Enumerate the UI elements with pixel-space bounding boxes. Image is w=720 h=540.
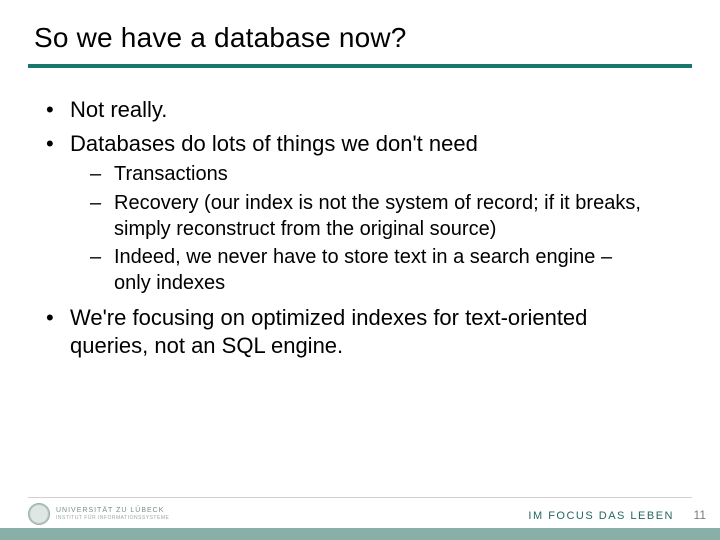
sub-bullet-item: Indeed, we never have to store text in a… — [90, 245, 654, 296]
slide: So we have a database now? Not really. D… — [0, 0, 720, 540]
sub-bullet-list: Transactions Recovery (our index is not … — [70, 162, 654, 296]
institute-name: INSTITUT FÜR INFORMATIONSSYSTEME — [56, 516, 169, 521]
university-text: UNIVERSITÄT ZU LÜBECK INSTITUT FÜR INFOR… — [56, 507, 169, 521]
bullet-item: Not really. — [44, 96, 654, 124]
footer-tagline: IM FOCUS DAS LEBEN — [528, 510, 674, 522]
bullet-item: We're focusing on optimized indexes for … — [44, 304, 654, 360]
bullet-text: Databases do lots of things we don't nee… — [70, 131, 478, 156]
page-number: 11 — [694, 508, 706, 522]
sub-bullet-item: Recovery (our index is not the system of… — [90, 191, 654, 242]
title-underline — [28, 64, 692, 68]
university-name: UNIVERSITÄT ZU LÜBECK — [56, 507, 169, 514]
footer-divider — [28, 497, 692, 498]
bullet-item: Databases do lots of things we don't nee… — [44, 130, 654, 296]
bullet-list: Not really. Databases do lots of things … — [44, 96, 654, 361]
footer-accent-bar — [0, 528, 720, 540]
slide-title: So we have a database now? — [34, 22, 407, 54]
slide-body: Not really. Databases do lots of things … — [44, 96, 654, 367]
university-seal-icon — [28, 503, 50, 525]
sub-bullet-item: Transactions — [90, 162, 654, 188]
footer-left-logo: UNIVERSITÄT ZU LÜBECK INSTITUT FÜR INFOR… — [28, 503, 169, 525]
